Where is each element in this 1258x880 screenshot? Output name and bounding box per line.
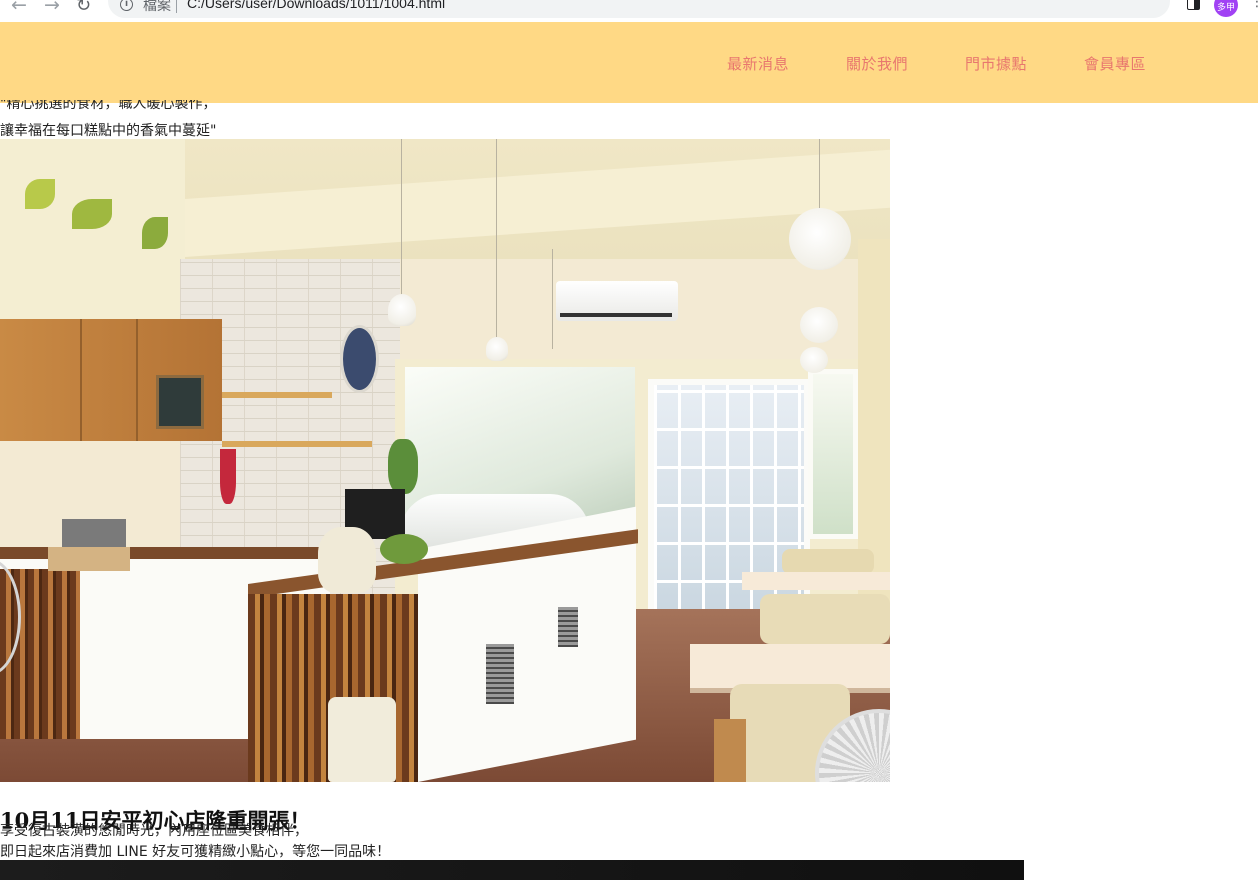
url-text[interactable]: C:/Users/user/Downloads/1011/1004.html [187,0,445,11]
menu-icon[interactable]: ⋮ [1250,0,1258,10]
nav-link-store-locations[interactable]: 門市據點 [965,53,1027,74]
info-icon[interactable]: i [120,0,133,11]
intro-tagline-text-1: "精心挑選的食材，職人暖心製作， [0,100,217,112]
back-arrow-icon[interactable]: ← [11,0,27,16]
address-bar[interactable]: i 檔案 C:/Users/user/Downloads/1011/1004.h… [108,0,1170,18]
reload-icon[interactable]: ↻ [76,0,91,16]
intro-tagline-line-1: "精心挑選的食材，職人暖心製作， [0,100,700,115]
nav-link-latest-news[interactable]: 最新消息 [727,53,789,74]
side-panel-icon[interactable] [1187,0,1200,10]
nav-link-member-area[interactable]: 會員專區 [1084,53,1146,74]
forward-arrow-icon[interactable]: → [44,0,60,16]
intro-tagline-line-2: 讓幸福在每口糕點中的香氣中蔓延" [0,123,217,139]
news-body-line-2: 即日起來店消費加 LINE 好友可獲精緻小點心，等您一同品味！ [0,844,391,860]
news-body-line-1: 享受復古裝潢的悠閒時光，內用座位區美食相伴， [0,823,308,839]
next-section-banner-image [0,860,1024,880]
shop-interior-photo [0,139,890,782]
browser-toolbar: ← → ↻ i 檔案 C:/Users/user/Downloads/1011/… [0,0,1258,20]
omnibox-separator [176,0,177,13]
site-header: 最新消息 關於我們 門市據點 會員專區 [0,22,1258,103]
nav-link-about-us[interactable]: 關於我們 [846,53,908,74]
scheme-label: 檔案 [143,0,171,14]
profile-avatar[interactable]: 多甲 [1214,0,1238,17]
